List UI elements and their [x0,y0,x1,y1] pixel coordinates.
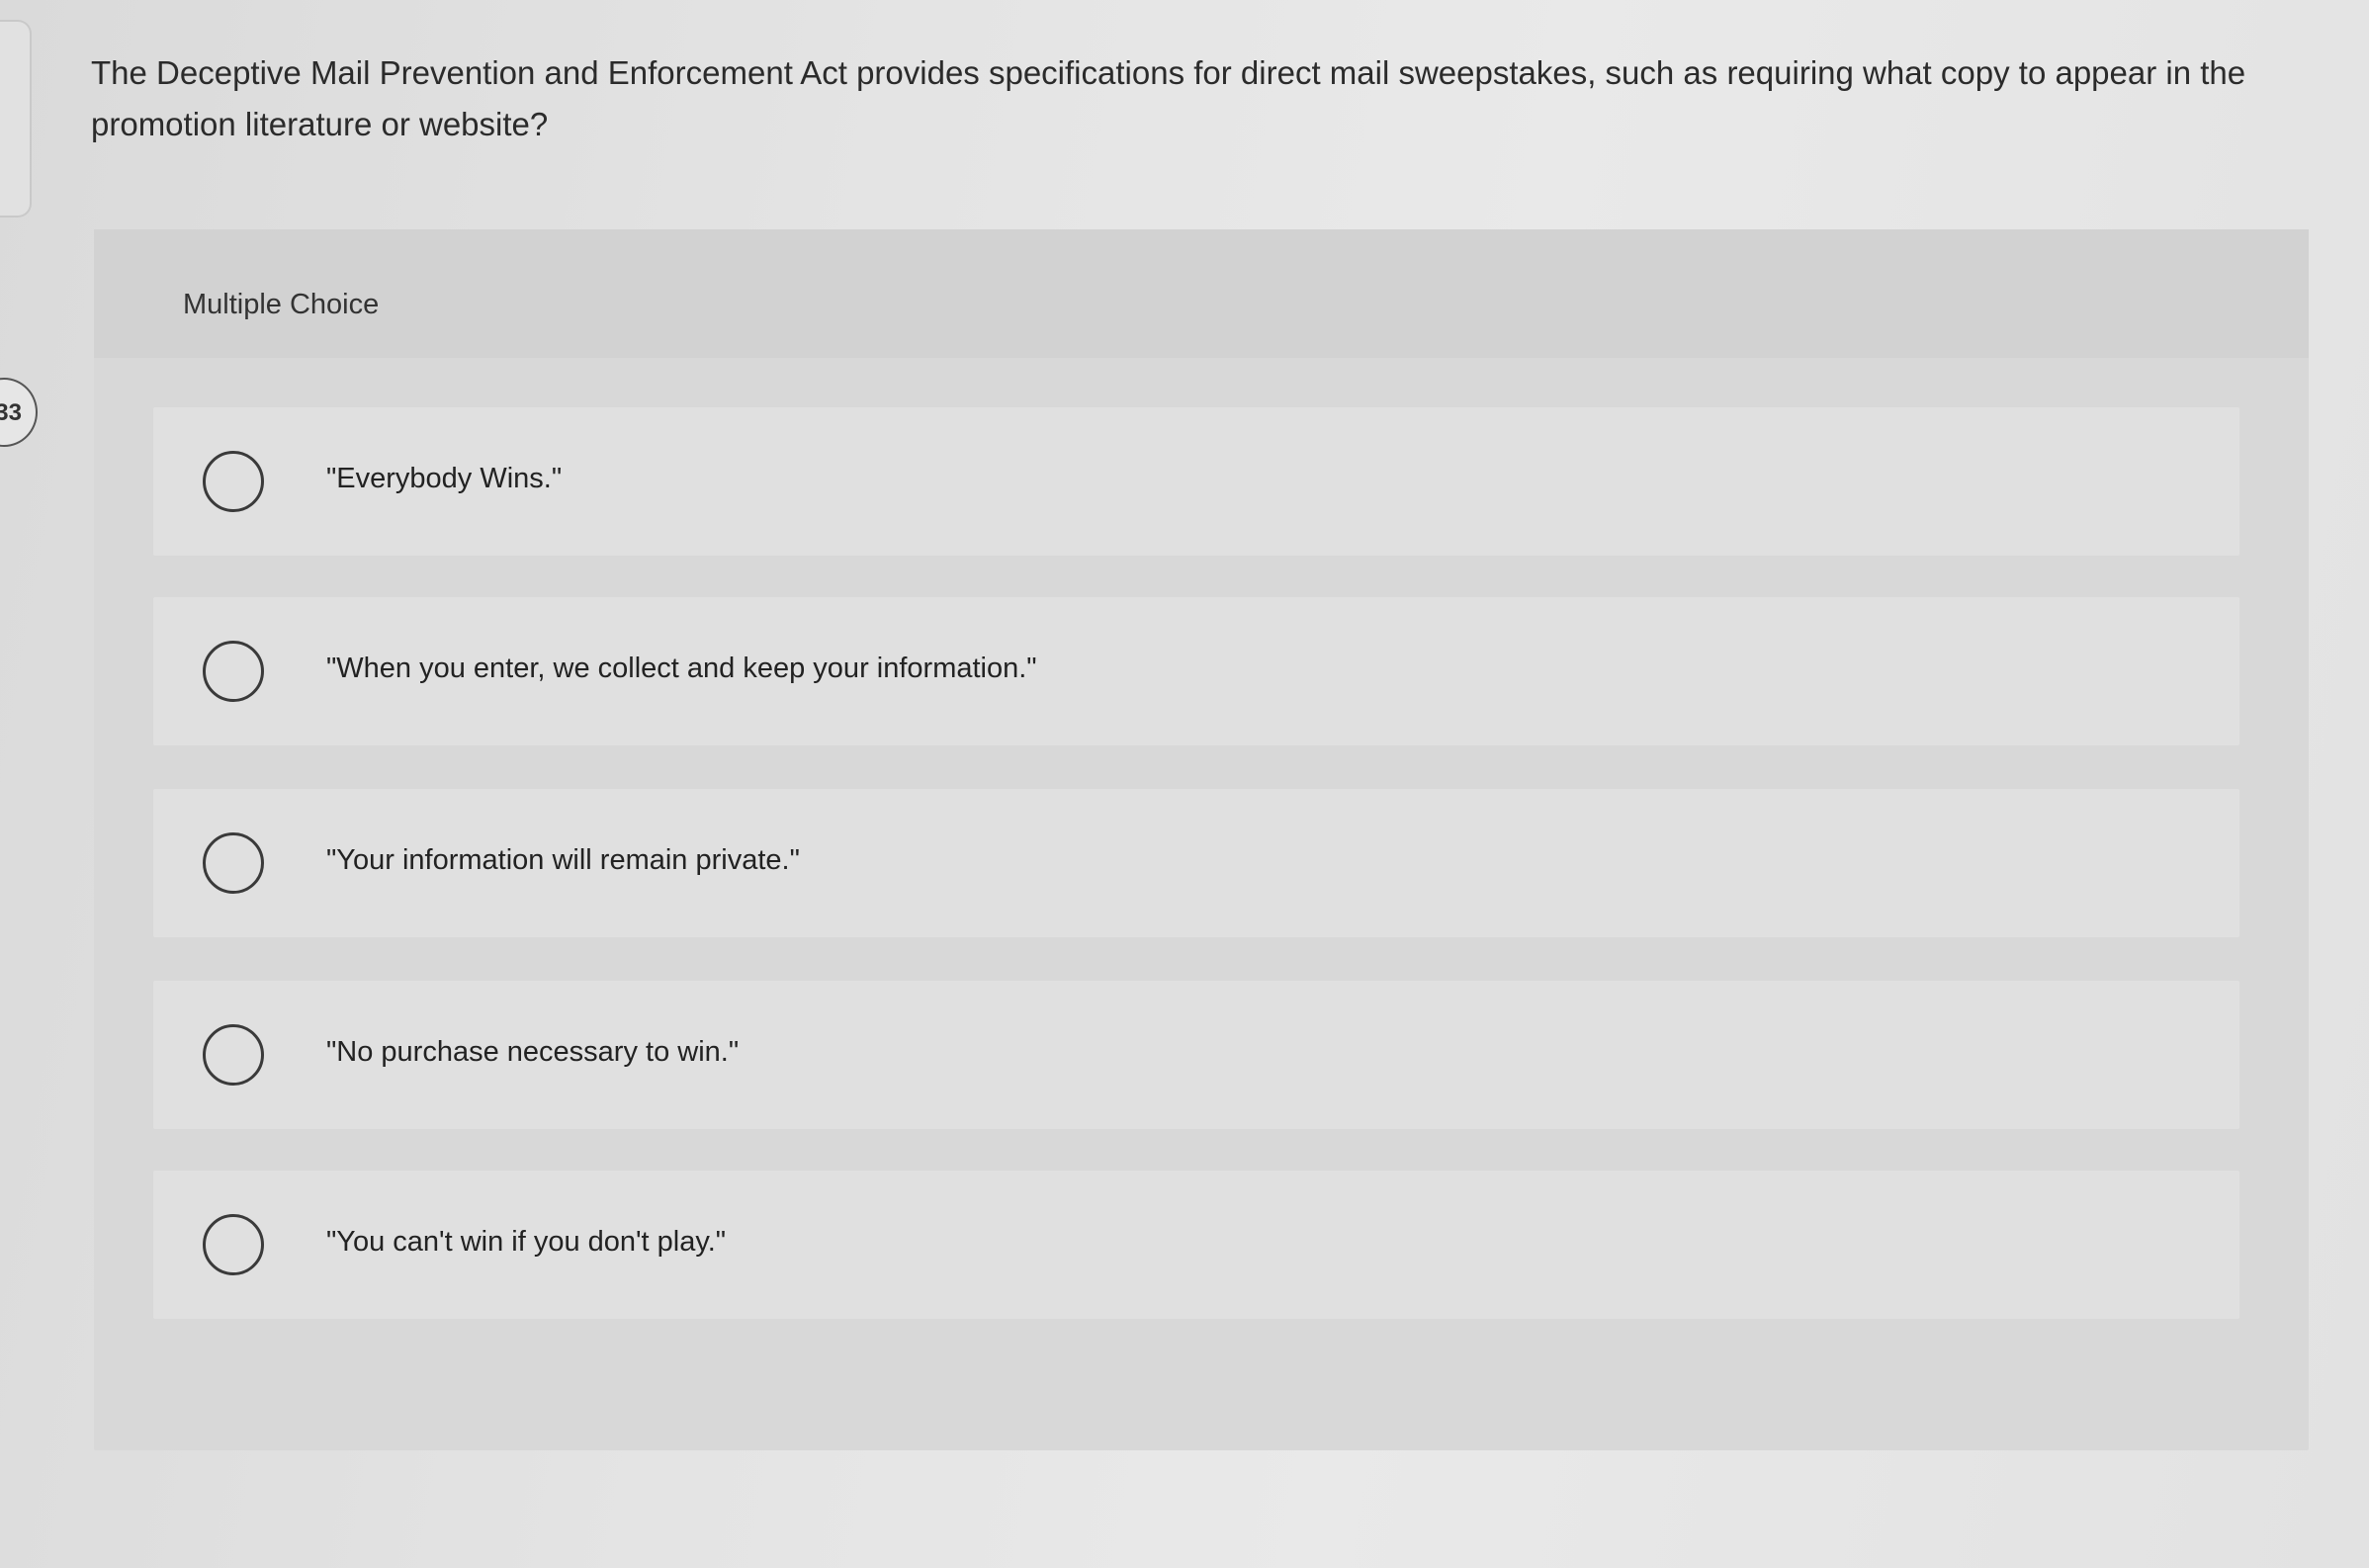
answer-option-5[interactable]: "You can't win if you don't play." [153,1171,2239,1319]
radio-button[interactable] [203,1214,264,1275]
answer-option-label: "Your information will remain private." [326,844,800,876]
answer-option-label: "You can't win if you don't play." [326,1226,727,1258]
answer-option-3[interactable]: "Your information will remain private." [153,789,2239,937]
question-number-badge: 33 [0,378,38,447]
multiple-choice-panel: Multiple Choice "Everybody Wins." "When … [94,229,2309,1450]
radio-button[interactable] [203,1024,264,1086]
answer-option-2[interactable]: "When you enter, we collect and keep you… [153,597,2239,745]
multiple-choice-header: Multiple Choice [94,229,2309,358]
answer-option-4[interactable]: "No purchase necessary to win." [153,981,2239,1129]
answer-option-1[interactable]: "Everybody Wins." [153,407,2239,556]
answer-option-label: "No purchase necessary to win." [326,1036,740,1068]
question-prompt: The Deceptive Mail Prevention and Enforc… [91,54,2246,142]
radio-button[interactable] [203,832,264,894]
multiple-choice-label: Multiple Choice [183,289,380,320]
answer-option-label: "Everybody Wins." [326,463,563,494]
radio-button[interactable] [203,641,264,702]
question-number: 33 [0,399,22,426]
side-panel-tab[interactable] [0,20,32,218]
radio-button[interactable] [203,451,264,512]
answer-option-label: "When you enter, we collect and keep you… [326,653,1037,684]
